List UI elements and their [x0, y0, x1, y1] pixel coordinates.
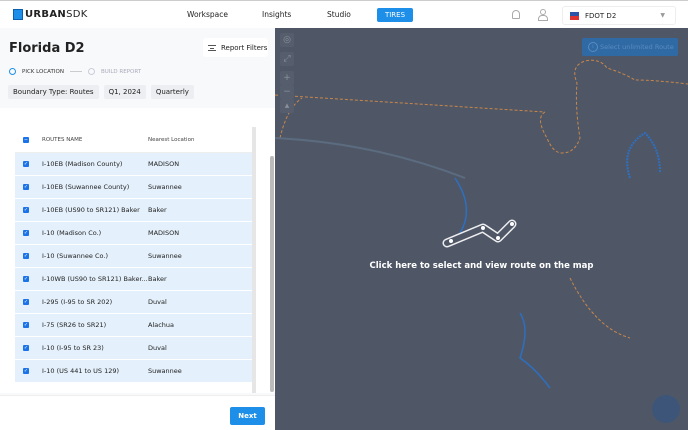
select-unlimited-route-button[interactable]: Select unlimited Route — [582, 38, 678, 56]
route-location: Baker — [148, 275, 167, 283]
row-checkbox[interactable]: ✓ — [23, 345, 29, 351]
step-active-icon — [9, 68, 16, 75]
step-build-report[interactable]: BUILD REPORT — [101, 69, 141, 75]
org-name: FDOT D2 — [585, 11, 617, 20]
next-button[interactable]: Next — [230, 407, 265, 425]
map[interactable]: ◎ ⤢ + − ▴ Select unlimited Route Click h… — [275, 28, 688, 430]
table-scrollbar[interactable] — [252, 127, 256, 393]
map-features — [275, 59, 688, 389]
row-checkbox[interactable]: ✓ — [23, 368, 29, 374]
row-checkbox[interactable]: ✓ — [23, 299, 29, 305]
nav-workspace[interactable]: Workspace — [187, 10, 228, 19]
zoom-out-button[interactable]: − — [280, 85, 294, 99]
org-logo-icon — [570, 11, 579, 20]
table-row[interactable]: ✓ I-10 (US 441 to US 129) Suwannee — [15, 360, 252, 383]
route-name: I-10EB (US90 to SR121) Baker — [42, 206, 140, 214]
top-nav: URBAN SDK Workspace Insights Studio TIRES… — [0, 0, 688, 28]
footer-bar: Next — [0, 395, 275, 430]
nav-tires[interactable]: TIRES — [377, 8, 413, 22]
table-row[interactable]: ✓ I-75 (SR26 to SR21) Alachua — [15, 314, 252, 337]
page-title: Florida D2 — [9, 41, 85, 56]
route-location: Duval — [148, 298, 167, 306]
panel-scrollbar[interactable] — [270, 156, 274, 392]
filter-icon — [208, 44, 216, 51]
route-location: Suwannee — [148, 183, 182, 191]
row-checkbox[interactable]: ✓ — [23, 161, 29, 167]
locate-icon[interactable]: ◎ — [280, 33, 294, 47]
column-header-name: ROUTES NAME — [42, 136, 83, 143]
routes-table: − ROUTES NAME Nearest Location ✓ I-10EB (Ma… — [15, 127, 252, 383]
chip-period[interactable]: Q1, 2024 — [103, 85, 146, 99]
table-header: − ROUTES NAME Nearest Location — [15, 127, 252, 153]
logo-text-light: SDK — [66, 9, 88, 20]
report-filters-button[interactable]: Report Filters — [203, 38, 268, 57]
table-row[interactable]: ✓ I-10 (I-95 to SR 23) Duval — [15, 337, 252, 360]
route-location: Baker — [148, 206, 167, 214]
route-name: I-10 (Suwannee Co.) — [42, 252, 108, 260]
step-pick-location[interactable]: PICK LOCATION — [22, 69, 64, 75]
row-checkbox[interactable]: ✓ — [23, 253, 29, 259]
route-name: I-10 (US 441 to US 129) — [42, 367, 120, 375]
route-location: MADISON — [148, 160, 180, 168]
table-row[interactable]: ✓ I-10WB (US90 to SR121) Baker... Baker — [15, 268, 252, 291]
row-checkbox[interactable]: ✓ — [23, 230, 29, 236]
logo-text: URBAN — [25, 9, 67, 20]
chat-icon[interactable] — [652, 395, 680, 423]
logo[interactable]: URBAN SDK — [13, 9, 88, 20]
route-name: I-75 (SR26 to SR21) — [42, 321, 107, 329]
stepper: PICK LOCATION BUILD REPORT — [9, 68, 141, 75]
route-name: I-10EB (Madison County) — [42, 160, 123, 168]
table-row[interactable]: ✓ I-10 (Madison Co.) MADISON — [15, 222, 252, 245]
row-checkbox[interactable]: ✓ — [23, 184, 29, 190]
table-row[interactable]: ✓ I-10EB (US90 to SR121) Baker Baker — [15, 199, 252, 222]
fullscreen-icon[interactable]: ⤢ — [280, 52, 294, 66]
org-selector[interactable]: FDOT D2 ▼ — [562, 6, 676, 25]
table-row[interactable]: ✓ I-10EB (Suwannee County) Suwannee — [15, 176, 252, 199]
zoom-in-button[interactable]: + — [280, 71, 294, 85]
filter-chips: Boundary Type: Routes Q1, 2024 Quarterly — [8, 85, 194, 99]
user-icon[interactable] — [538, 9, 548, 21]
chevron-down-icon: ▼ — [660, 12, 665, 19]
logo-icon — [13, 9, 23, 20]
route-location: Suwannee — [148, 367, 182, 375]
route-name: I-10EB (Suwannee County) — [42, 183, 130, 191]
step-inactive-icon — [87, 68, 95, 75]
chip-boundary[interactable]: Boundary Type: Routes — [8, 85, 99, 99]
table-row[interactable]: ✓ I-10EB (Madison County) MADISON — [15, 153, 252, 176]
bell-icon[interactable] — [512, 10, 520, 19]
route-name: I-10 (I-95 to SR 23) — [42, 344, 104, 352]
route-name: I-10WB (US90 to SR121) Baker... — [42, 275, 148, 283]
table-row[interactable]: ✓ I-295 (I-95 to SR 202) Duval — [15, 291, 252, 314]
nav-studio[interactable]: Studio — [327, 10, 351, 19]
route-location: MADISON — [148, 229, 180, 237]
nav-insights[interactable]: Insights — [262, 10, 291, 19]
left-panel: Florida D2 Report Filters PICK LOCATION … — [0, 28, 275, 430]
route-location: Suwannee — [148, 252, 182, 260]
route-location: Alachua — [148, 321, 175, 329]
route-location: Duval — [148, 344, 167, 352]
row-checkbox[interactable]: ✓ — [23, 276, 29, 282]
row-checkbox[interactable]: ✓ — [23, 322, 29, 328]
step-divider — [69, 71, 82, 72]
routes-list: − ROUTES NAME Nearest Location ✓ I-10EB (Ma… — [0, 108, 275, 393]
column-header-location: Nearest Location — [148, 136, 195, 143]
chip-frequency[interactable]: Quarterly — [150, 85, 194, 99]
row-checkbox[interactable]: ✓ — [23, 207, 29, 213]
table-row[interactable]: ✓ I-10 (Suwannee Co.) Suwannee — [15, 245, 252, 268]
compass-icon[interactable]: ▴ — [280, 99, 294, 113]
map-cta-text[interactable]: Click here to select and view route on t… — [275, 261, 688, 271]
report-filters-label: Report Filters — [221, 43, 268, 52]
select-all-checkbox[interactable]: − — [23, 136, 29, 143]
route-name: I-295 (I-95 to SR 202) — [42, 298, 113, 306]
route-name: I-10 (Madison Co.) — [42, 229, 102, 237]
